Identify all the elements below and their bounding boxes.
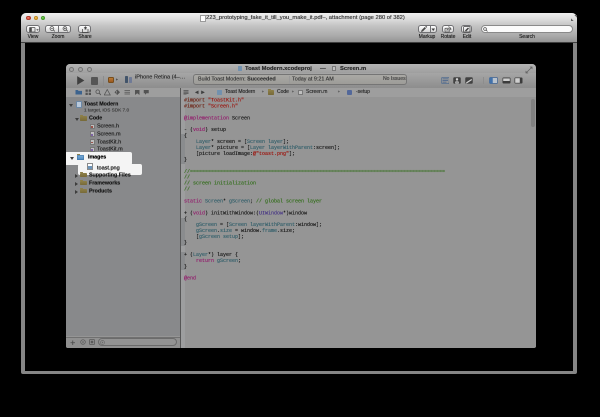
svg-text:!: ! — [116, 90, 117, 95]
